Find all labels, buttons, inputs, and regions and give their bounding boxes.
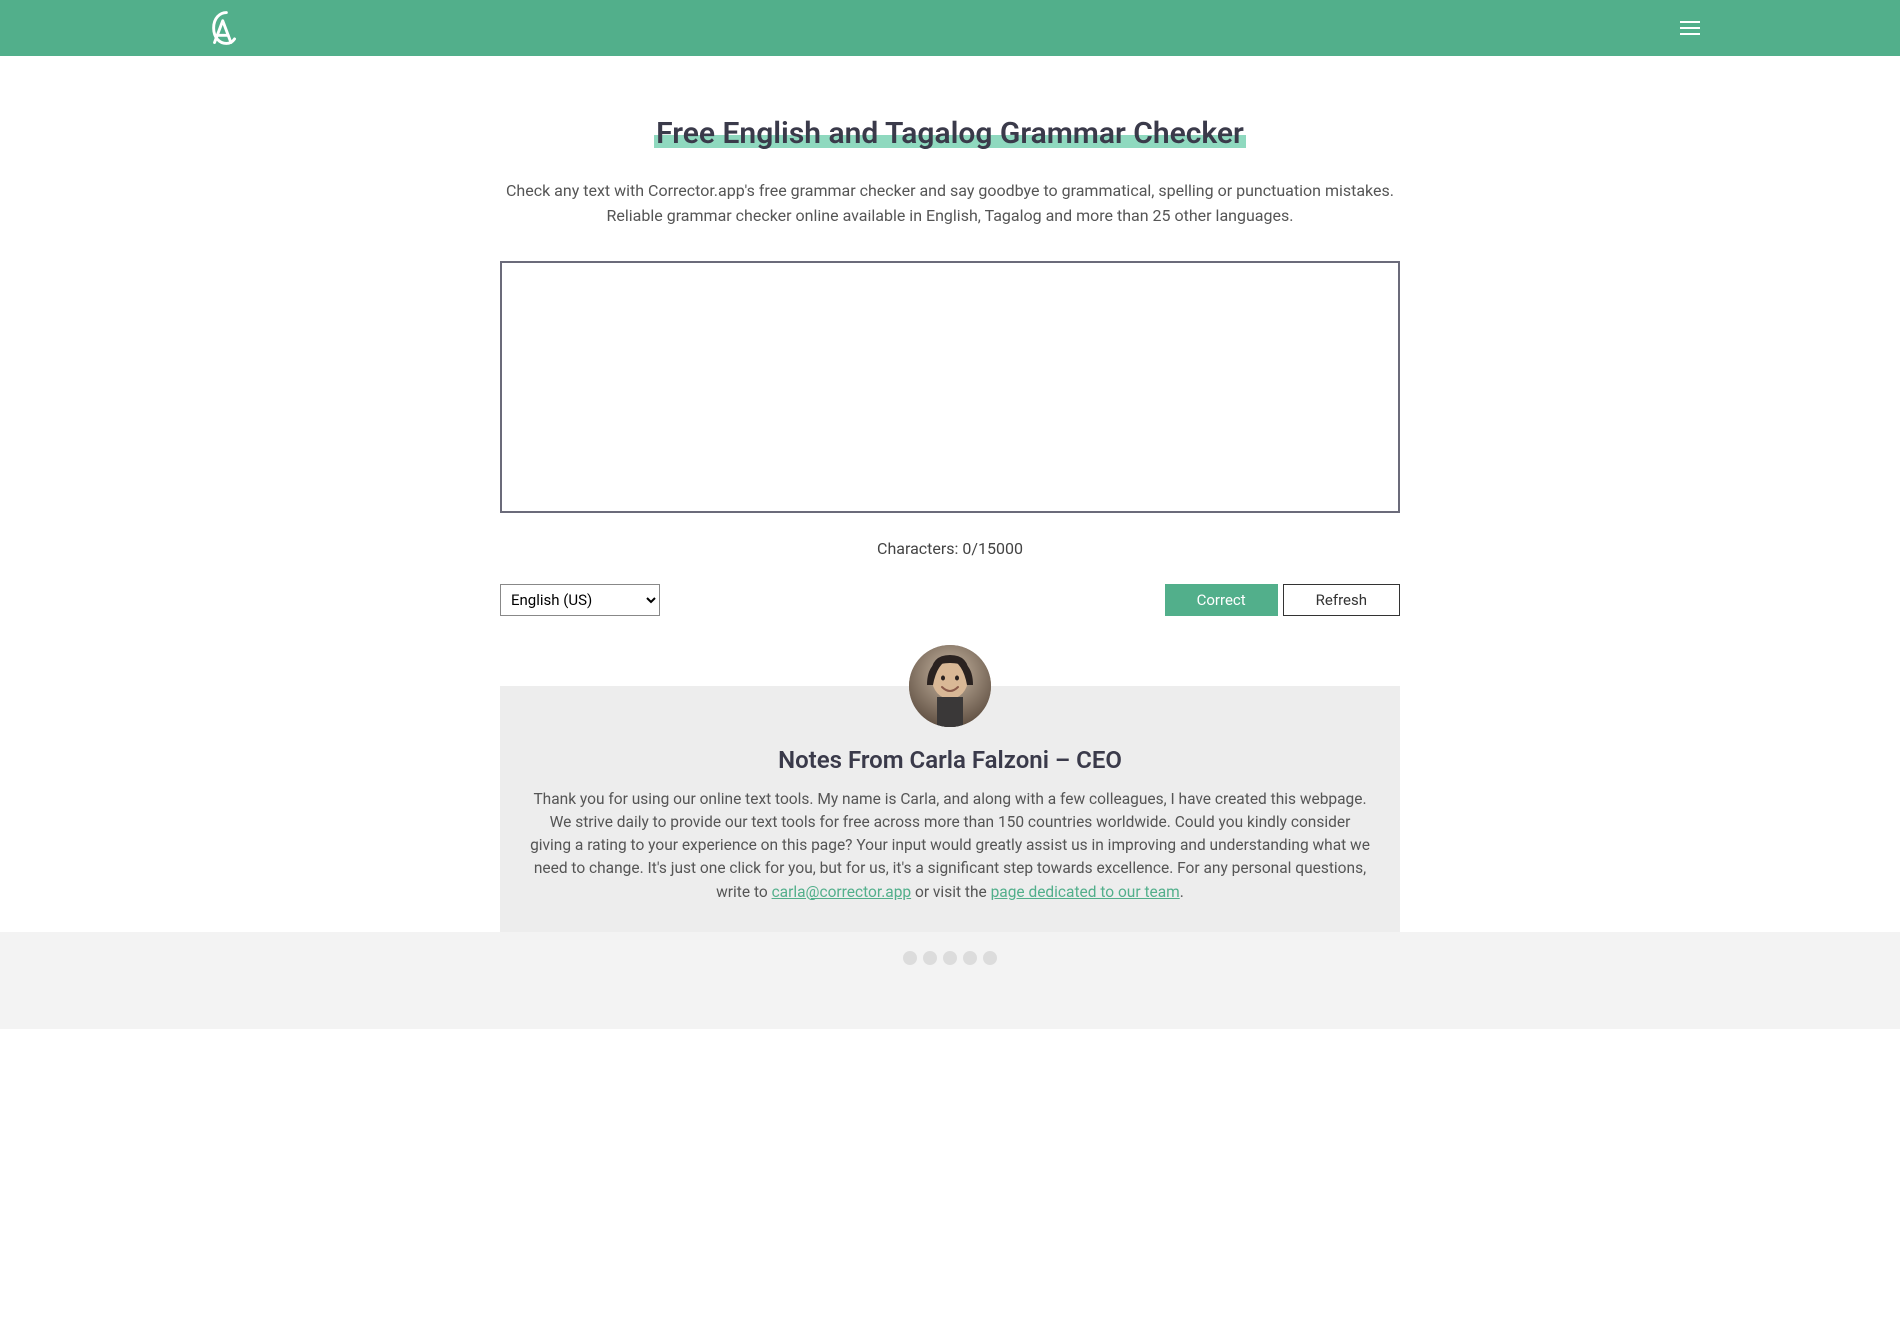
text-input[interactable] bbox=[500, 261, 1400, 513]
email-link[interactable]: carla@corrector.app bbox=[772, 883, 912, 901]
notes-body: Thank you for using our online text tool… bbox=[530, 788, 1370, 904]
notes-section: Notes From Carla Falzoni – CEO Thank you… bbox=[500, 686, 1400, 932]
correct-button[interactable]: Correct bbox=[1165, 584, 1278, 616]
star-icon[interactable] bbox=[923, 951, 937, 965]
rating-bar bbox=[0, 932, 1900, 1029]
controls-row: English (US) Correct Refresh bbox=[500, 584, 1400, 616]
notes-title: Notes From Carla Falzoni – CEO bbox=[530, 746, 1370, 774]
page-title: Free English and Tagalog Grammar Checker bbox=[654, 116, 1246, 151]
character-counter: Characters: 0/15000 bbox=[500, 539, 1400, 558]
refresh-button[interactable]: Refresh bbox=[1283, 584, 1400, 616]
star-icon[interactable] bbox=[943, 951, 957, 965]
header bbox=[0, 0, 1900, 56]
notes-text-2: or visit the bbox=[911, 883, 990, 901]
menu-icon[interactable] bbox=[1680, 21, 1700, 35]
subtitle: Check any text with Corrector.app's free… bbox=[500, 179, 1400, 229]
team-link[interactable]: page dedicated to our team bbox=[991, 883, 1180, 901]
star-icon[interactable] bbox=[983, 951, 997, 965]
star-icon[interactable] bbox=[903, 951, 917, 965]
star-icon[interactable] bbox=[963, 951, 977, 965]
logo[interactable] bbox=[200, 8, 240, 48]
notes-text-3: . bbox=[1180, 883, 1184, 901]
language-select[interactable]: English (US) bbox=[500, 584, 660, 616]
avatar bbox=[909, 645, 991, 727]
